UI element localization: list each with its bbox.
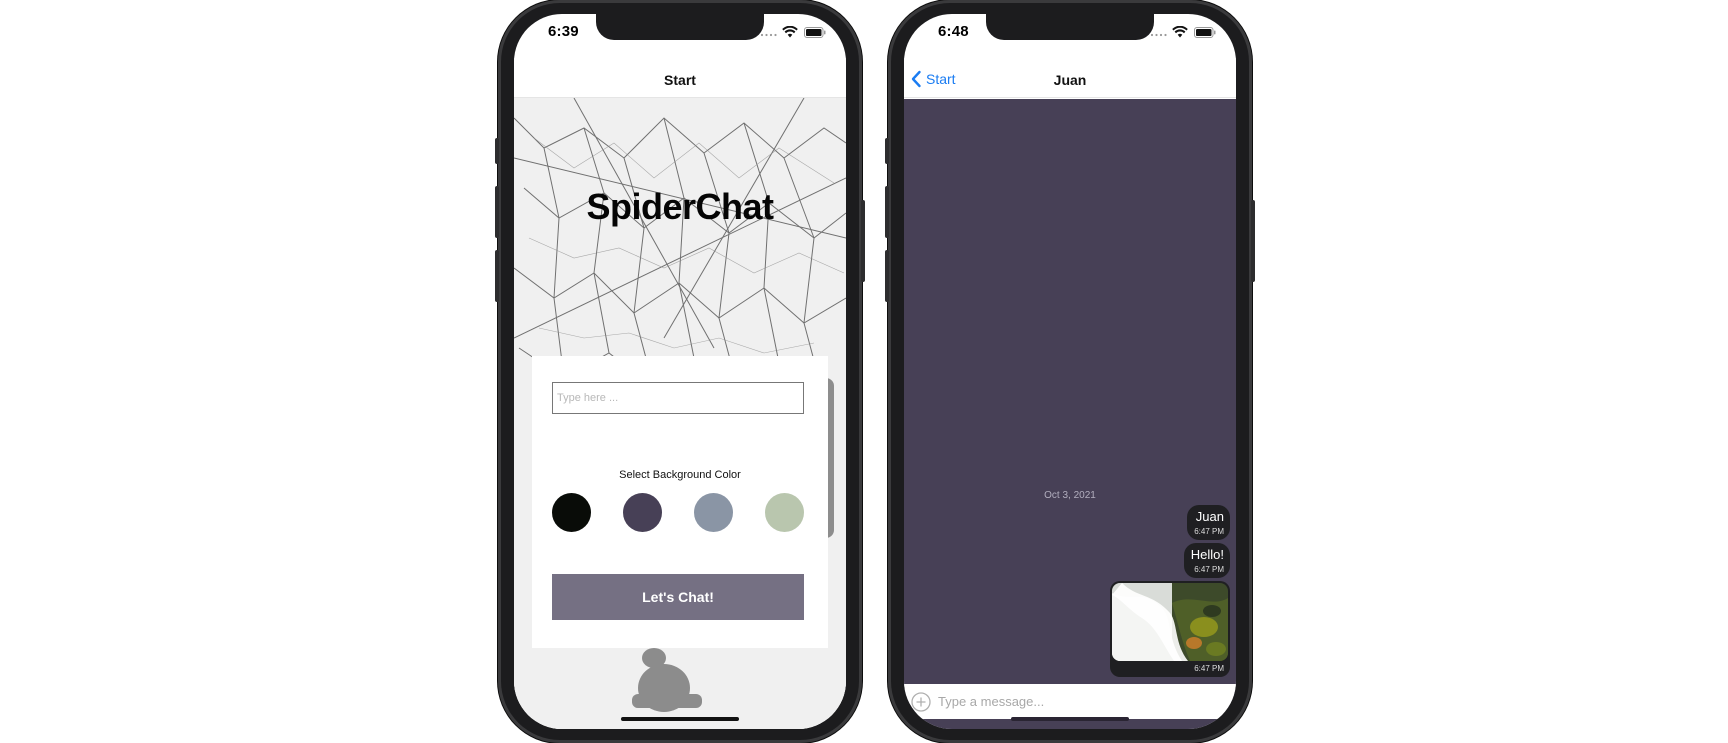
message-text: Juan	[1195, 509, 1224, 524]
message-composer	[904, 684, 1236, 719]
volume-up-button	[885, 186, 889, 238]
color-swatch-gray-blue[interactable]	[694, 493, 733, 532]
message-text: Hello!	[1190, 547, 1224, 562]
home-indicator	[1011, 717, 1129, 721]
message-time: 6:47 PM	[1194, 527, 1224, 536]
phone-start-screen: 6:39 Start SpiderChat Type here ... Sele…	[495, 0, 865, 743]
phone-chat-screen: 6:48 Start Juan Oct 3, 2021 Juan 6:47 PM…	[885, 0, 1255, 743]
mute-switch	[495, 138, 499, 164]
wifi-icon	[782, 26, 798, 38]
power-button	[1251, 200, 1255, 282]
message-time: 6:47 PM	[1194, 664, 1224, 673]
color-swatch-purple[interactable]	[623, 493, 662, 532]
chat-background: Oct 3, 2021 Juan 6:47 PM Hello! 6:47 PM	[904, 99, 1236, 729]
volume-up-button	[495, 186, 499, 238]
message-input[interactable]	[938, 694, 1228, 709]
lets-chat-button[interactable]: Let's Chat!	[552, 574, 804, 620]
name-input[interactable]	[552, 382, 804, 414]
nav-title: Start	[664, 72, 696, 88]
plus-circle-icon[interactable]	[910, 691, 932, 713]
start-screen: 6:39 Start SpiderChat Type here ... Sele…	[514, 14, 846, 729]
navigation-bar: Start	[514, 58, 846, 98]
notch	[986, 14, 1154, 40]
volume-down-button	[495, 250, 499, 302]
home-indicator	[621, 717, 739, 721]
color-swatch-black[interactable]	[552, 493, 591, 532]
power-button	[861, 200, 865, 282]
volume-down-button	[885, 250, 889, 302]
battery-icon	[804, 27, 826, 38]
mute-switch	[885, 138, 889, 164]
wifi-icon	[1172, 26, 1188, 38]
status-time: 6:39	[548, 23, 579, 40]
nav-title: Juan	[1053, 72, 1087, 88]
battery-icon	[1194, 27, 1216, 38]
color-label: Select Background Color	[619, 469, 741, 481]
settings-card: Select Background Color Let's Chat!	[532, 356, 828, 648]
message-bubble[interactable]: Juan 6:47 PM	[1187, 505, 1230, 540]
image-message-bubble[interactable]: 6:47 PM	[1110, 581, 1230, 677]
message-time: 6:47 PM	[1194, 565, 1224, 574]
app-title: SpiderChat	[586, 186, 774, 227]
date-separator: Oct 3, 2021	[1044, 490, 1096, 501]
notch	[596, 14, 764, 40]
chat-screen: 6:48 Start Juan Oct 3, 2021 Juan 6:47 PM…	[904, 14, 1236, 729]
status-time: 6:48	[938, 23, 969, 40]
message-bubble[interactable]: Hello! 6:47 PM	[1183, 543, 1230, 578]
navigation-bar: Start Juan	[904, 58, 1236, 98]
color-swatch-green[interactable]	[765, 493, 804, 532]
waterfall-photo[interactable]	[1112, 583, 1228, 661]
